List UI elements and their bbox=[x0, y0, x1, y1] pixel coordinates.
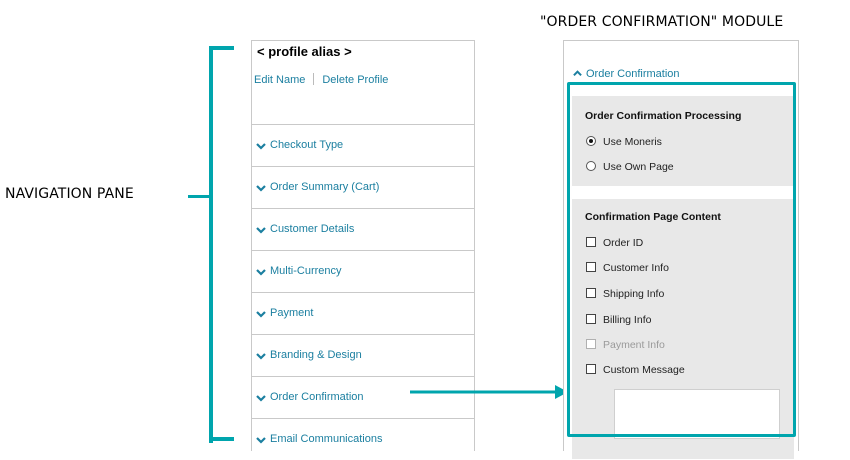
chevron-down-icon bbox=[256, 227, 266, 234]
profile-actions: Edit Name Delete Profile bbox=[254, 73, 388, 86]
nav-item-email-communications[interactable]: Email Communications bbox=[252, 418, 474, 460]
chevron-down-icon bbox=[256, 311, 266, 318]
edit-name-link[interactable]: Edit Name bbox=[254, 74, 305, 86]
nav-item-order-summary[interactable]: Order Summary (Cart) bbox=[252, 166, 474, 208]
nav-item-payment[interactable]: Payment bbox=[252, 292, 474, 334]
chevron-down-icon bbox=[256, 395, 266, 402]
nav-item-label: Branding & Design bbox=[270, 349, 362, 361]
chevron-down-icon bbox=[256, 143, 266, 150]
link-separator bbox=[313, 73, 315, 85]
nav-item-label: Multi-Currency bbox=[270, 265, 342, 277]
nav-item-label: Email Communications bbox=[270, 433, 383, 445]
module-header-label: Order Confirmation bbox=[586, 68, 680, 80]
nav-item-label: Order Summary (Cart) bbox=[270, 181, 380, 193]
module-highlight-frame bbox=[567, 82, 796, 437]
nav-item-checkout-type[interactable]: Checkout Type bbox=[252, 124, 474, 166]
module-callout-label: "ORDER CONFIRMATION" MODULE bbox=[540, 14, 784, 30]
navigation-callout-label: NAVIGATION PANE bbox=[5, 186, 134, 202]
profile-alias: < profile alias > bbox=[257, 44, 352, 59]
chevron-up-icon bbox=[573, 70, 582, 77]
chevron-down-icon bbox=[256, 269, 266, 276]
arrow-icon bbox=[410, 385, 568, 399]
chevron-down-icon bbox=[256, 437, 266, 444]
nav-item-label: Checkout Type bbox=[270, 139, 344, 151]
chevron-down-icon bbox=[256, 185, 266, 192]
delete-profile-link[interactable]: Delete Profile bbox=[322, 74, 388, 86]
nav-item-multi-currency[interactable]: Multi-Currency bbox=[252, 250, 474, 292]
chevron-down-icon bbox=[256, 353, 266, 360]
nav-item-label: Order Confirmation bbox=[270, 391, 364, 403]
nav-item-label: Customer Details bbox=[270, 223, 355, 235]
nav-item-branding-design[interactable]: Branding & Design bbox=[252, 334, 474, 376]
nav-item-customer-details[interactable]: Customer Details bbox=[252, 208, 474, 250]
nav-item-label: Payment bbox=[270, 307, 314, 319]
module-header[interactable]: Order Confirmation bbox=[573, 68, 680, 80]
